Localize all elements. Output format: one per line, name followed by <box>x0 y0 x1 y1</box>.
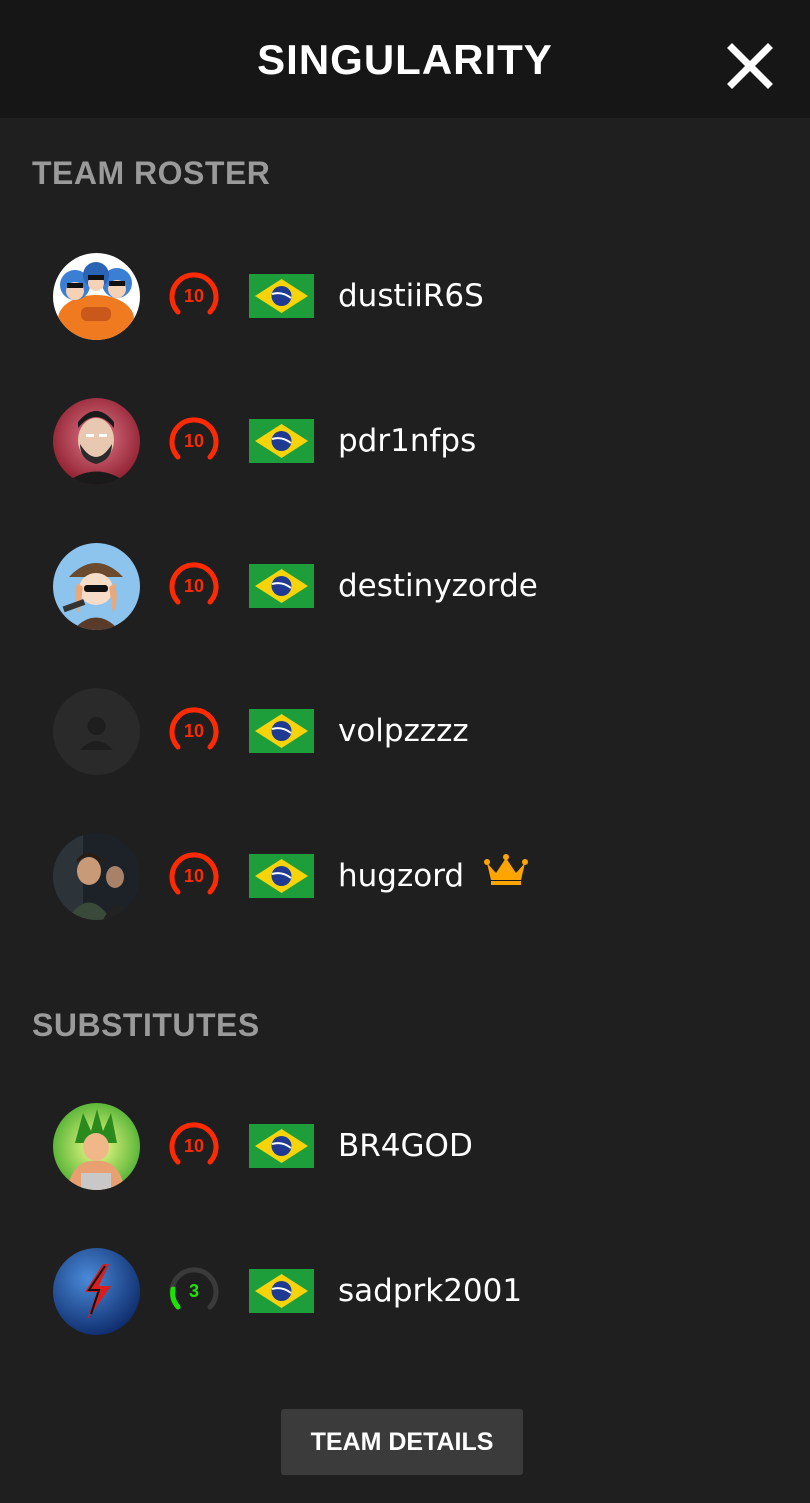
brazil-flag-icon <box>249 274 314 318</box>
skill-level-badge: 10 <box>166 848 222 904</box>
brazil-flag-icon <box>249 709 314 753</box>
brazil-flag-icon <box>249 1269 314 1313</box>
skill-level-value: 10 <box>184 866 204 886</box>
roster-player-row[interactable]: 10 hugzord <box>0 826 810 926</box>
default-avatar-icon <box>53 688 140 775</box>
header-bar: SINGULARITY <box>0 0 810 118</box>
roster-player-row[interactable]: 10 volpzzzz <box>0 681 810 781</box>
close-icon[interactable] <box>726 42 774 90</box>
player-nickname[interactable]: dustiiR6S <box>338 276 484 316</box>
player-avatar <box>53 398 140 485</box>
player-nickname[interactable]: destinyzorde <box>338 566 538 606</box>
skill-level-value: 3 <box>189 1281 199 1301</box>
skill-level-value: 10 <box>184 1136 204 1156</box>
player-nickname[interactable]: sadprk2001 <box>338 1271 522 1311</box>
roster-section-title: TEAM ROSTER <box>32 155 271 191</box>
skill-level-badge: 10 <box>166 268 222 324</box>
brazil-flag-icon <box>249 854 314 898</box>
player-avatar <box>53 833 140 920</box>
player-avatar <box>53 543 140 630</box>
skill-level-value: 10 <box>184 576 204 596</box>
roster-player-row[interactable]: 10 pdr1nfps <box>0 391 810 491</box>
skill-level-badge: 10 <box>166 413 222 469</box>
player-nickname[interactable]: BR4GOD <box>338 1126 473 1166</box>
brazil-flag-icon <box>249 419 314 463</box>
player-nickname[interactable]: pdr1nfps <box>338 421 476 461</box>
skill-level-value: 10 <box>184 721 204 741</box>
roster-player-row[interactable]: 10 dustiiR6S <box>0 246 810 346</box>
skill-level-badge: 3 <box>166 1263 222 1319</box>
crown-icon <box>483 853 528 896</box>
roster-player-row[interactable]: 10 destinyzorde <box>0 536 810 636</box>
skill-level-badge: 10 <box>166 558 222 614</box>
player-nickname-wrap[interactable]: hugzord <box>338 853 528 896</box>
player-nickname[interactable]: volpzzzz <box>338 711 469 751</box>
brazil-flag-icon <box>249 564 314 608</box>
player-avatar <box>53 253 140 340</box>
skill-level-badge: 10 <box>166 703 222 759</box>
skill-level-value: 10 <box>184 431 204 451</box>
brazil-flag-icon <box>249 1124 314 1168</box>
substitutes-section-title: SUBSTITUTES <box>32 1007 260 1043</box>
skill-level-value: 10 <box>184 286 204 306</box>
player-avatar <box>53 1103 140 1190</box>
team-name: SINGULARITY <box>257 36 553 83</box>
skill-level-badge: 10 <box>166 1118 222 1174</box>
player-nickname[interactable]: hugzord <box>338 858 464 894</box>
substitute-player-row[interactable]: 3 sadprk2001 <box>0 1241 810 1341</box>
substitute-player-row[interactable]: 10 BR4GOD <box>0 1096 810 1196</box>
team-details-button[interactable]: TEAM DETAILS <box>281 1409 523 1475</box>
player-avatar <box>53 1248 140 1335</box>
